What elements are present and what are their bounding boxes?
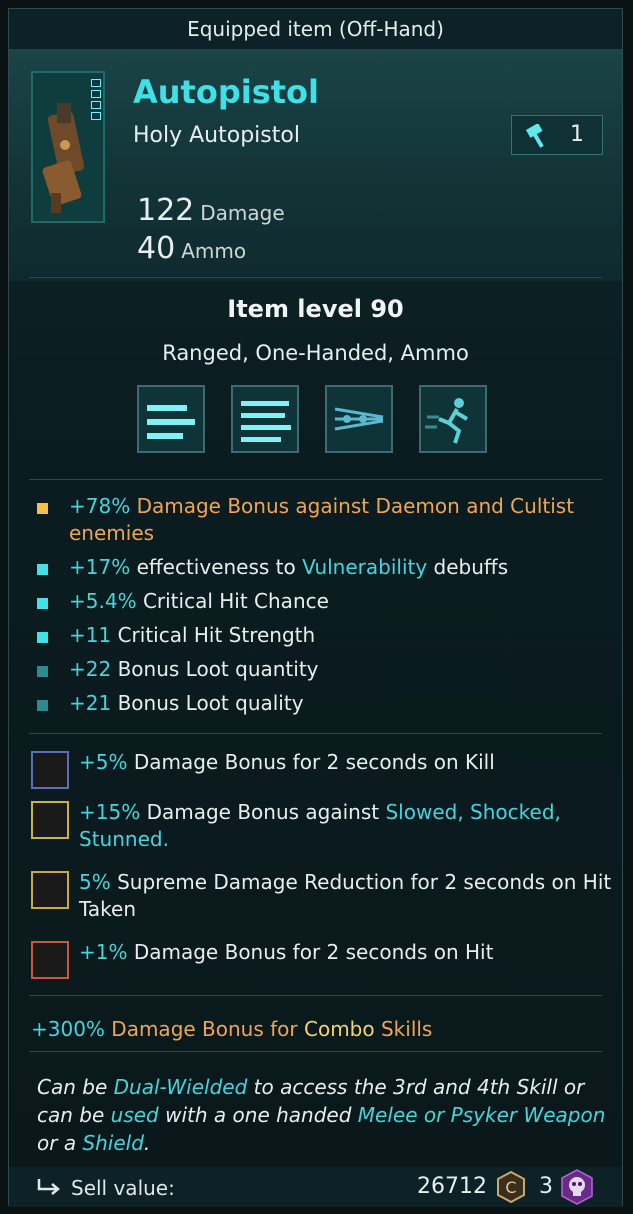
ammo-stat: 40 Ammo — [137, 231, 246, 266]
text-segment: +15% — [79, 800, 147, 824]
blessing-row: +15% Damage Bonus against Slowed, Shocke… — [31, 799, 633, 853]
text-segment: Damage Bonus against Daemon and Cultist … — [69, 494, 575, 545]
tooltip-title: Equipped item (Off-Hand) — [9, 9, 622, 49]
modifier-bullet-icon — [37, 564, 48, 575]
text-segment: Damage Bonus for 2 seconds on Hit — [133, 940, 494, 964]
modifier-bullet-icon — [37, 666, 48, 677]
item-subtitle: Holy Autopistol — [133, 123, 300, 148]
text-segment: Damage Bonus for 2 seconds on Kill — [133, 750, 495, 774]
upgrade-count-box: 1 — [511, 115, 603, 155]
hammer-icon — [525, 124, 544, 148]
text-segment: +21 — [69, 691, 118, 715]
text-segment: +11 — [69, 623, 118, 647]
text-segment: or a — [37, 1131, 83, 1155]
damage-label: Damage — [200, 201, 285, 225]
modifier-row: +22 Bonus Loot quantity — [31, 656, 611, 683]
damage-value: 122 — [137, 193, 195, 228]
modifier-bullet-icon — [37, 700, 48, 711]
text-segment: Supreme Damage Reduction for 2 seconds o… — [79, 870, 612, 921]
text-segment: Dual-Wielded — [113, 1075, 248, 1099]
svg-text:C: C — [505, 1178, 516, 1197]
blessing-badge-icon[interactable] — [31, 751, 69, 789]
blessing-badge-icon[interactable] — [31, 941, 69, 979]
text-segment: Bonus Loot quantity — [117, 657, 319, 681]
text-segment: . — [143, 1131, 151, 1155]
text-segment: with a one handed — [158, 1103, 358, 1127]
item-level: Item level 90 — [227, 295, 404, 323]
blessing-row: +1% Damage Bonus for 2 seconds on Hit — [31, 939, 633, 979]
item-modifiers: +78% Damage Bonus against Daemon and Cul… — [31, 493, 611, 724]
sell-price: 26712 — [417, 1174, 487, 1199]
item-description: Can be Dual-Wielded to access the 3rd an… — [37, 1073, 607, 1157]
item-thumbnail[interactable] — [31, 71, 105, 223]
modifier-row: +17% effectiveness to Vulnerability debu… — [31, 554, 611, 581]
text-segment: Damage Bonus for — [111, 1017, 304, 1041]
text-segment: used — [110, 1103, 159, 1127]
text-segment: +22 — [69, 657, 118, 681]
damage-stat: 122 Damage — [137, 193, 285, 228]
modifier-row: +78% Damage Bonus against Daemon and Cul… — [31, 493, 611, 547]
modifier-bullet-icon — [37, 598, 48, 609]
combo-bonus: +300% Damage Bonus for Combo Skills — [31, 1017, 432, 1041]
text-segment: Skills — [374, 1017, 433, 1041]
text-segment: Melee or Psyker Weapon — [357, 1103, 606, 1127]
item-tooltip: Equipped item (Off-Hand) Autopistol Holy… — [8, 8, 623, 1207]
text-segment: +300% — [31, 1017, 112, 1041]
modifier-bullet-icon — [37, 503, 48, 514]
bullets-skill-icon-2[interactable] — [231, 385, 299, 453]
return-arrow-icon — [37, 1179, 60, 1195]
text-segment: +17% — [69, 555, 137, 579]
sell-footer: Sell value: 26712 C 3 — [9, 1167, 622, 1207]
blessing-badge-icon[interactable] — [31, 871, 69, 909]
blessing-row: 5% Supreme Damage Reduction for 2 second… — [31, 869, 633, 923]
skull-icon — [561, 1169, 593, 1205]
modifier-bullet-icon — [37, 632, 48, 643]
text-segment: +5% — [79, 750, 134, 774]
text-segment: Critical Hit Chance — [142, 589, 329, 613]
text-segment: +78% — [69, 494, 137, 518]
text-segment: Shield — [82, 1131, 144, 1155]
currency2-count: 3 — [539, 1174, 553, 1199]
text-segment: +5.4% — [69, 589, 143, 613]
text-segment: +1% — [79, 940, 134, 964]
modifier-row: +21 Bonus Loot quality — [31, 690, 611, 717]
ammo-value: 40 — [137, 231, 176, 266]
item-tags: Ranged, One-Handed, Ammo — [162, 341, 469, 365]
item-name: Autopistol — [133, 73, 319, 111]
sell-label: Sell value: — [71, 1176, 175, 1200]
text-segment: debuffs — [427, 555, 509, 579]
text-segment: Vulnerability — [302, 555, 428, 579]
ammo-label: Ammo — [181, 239, 247, 263]
rarity-pips — [91, 79, 101, 123]
text-segment: effectiveness to — [136, 555, 303, 579]
modifier-row: +11 Critical Hit Strength — [31, 622, 611, 649]
blessing-badge-icon[interactable] — [31, 801, 69, 839]
text-segment: Damage Bonus against — [146, 800, 386, 824]
text-segment: Critical Hit Strength — [117, 623, 316, 647]
text-segment: Can be — [37, 1075, 114, 1099]
item-header: Autopistol Holy Autopistol 1 122 Damage 4… — [9, 49, 622, 281]
chain-skill-icon[interactable] — [325, 385, 393, 453]
blessing-row: +5% Damage Bonus for 2 seconds on Kill — [31, 749, 633, 789]
upgrade-count: 1 — [570, 122, 584, 147]
modifier-row: +5.4% Critical Hit Chance — [31, 588, 611, 615]
text-segment: Combo — [304, 1017, 375, 1041]
text-segment: Bonus Loot quality — [117, 691, 304, 715]
coin-icon: C — [497, 1171, 525, 1203]
dash-skill-icon[interactable] — [419, 385, 487, 453]
bullets-skill-icon-1[interactable] — [137, 385, 205, 453]
text-segment: 5% — [79, 870, 118, 894]
